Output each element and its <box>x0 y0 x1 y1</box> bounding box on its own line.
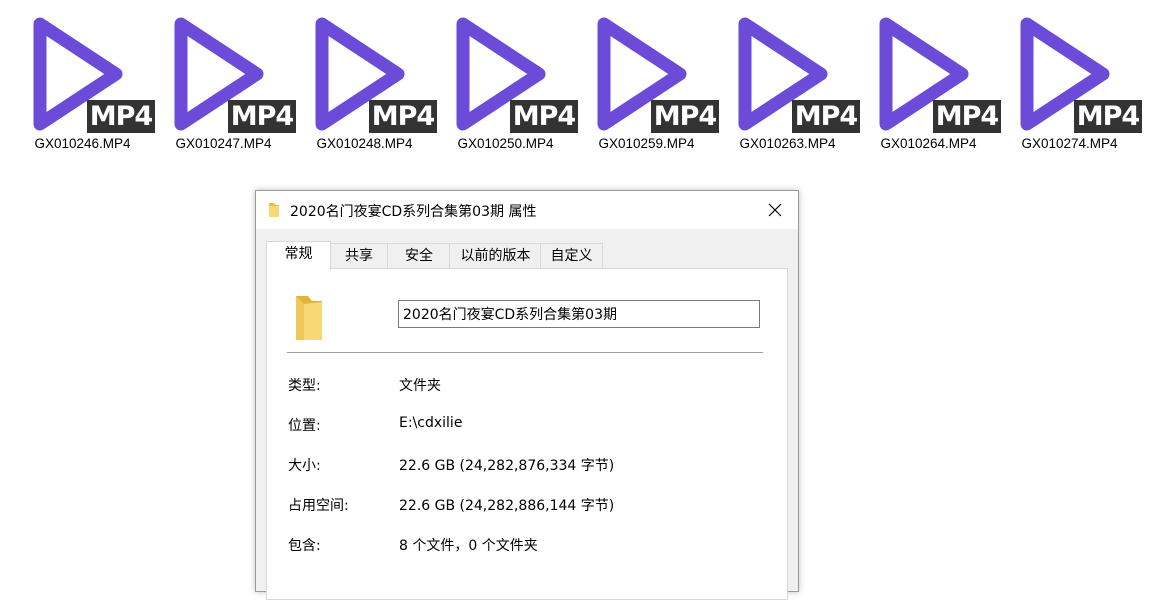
mp4-play-icon: MP4 <box>870 12 1001 134</box>
file-item[interactable]: MP4 GX010246.MP4 <box>12 12 155 157</box>
contains-value: 8 个文件，0 个文件夹 <box>399 538 538 554</box>
file-item[interactable]: MP4 GX010274.MP4 <box>999 12 1142 157</box>
folder-icon <box>268 202 280 218</box>
file-ext-badge: MP4 <box>792 100 860 133</box>
close-icon <box>768 203 782 217</box>
file-ext-badge: MP4 <box>228 100 296 133</box>
close-button[interactable] <box>752 191 798 229</box>
file-item[interactable]: MP4 GX010263.MP4 <box>717 12 860 157</box>
file-item[interactable]: MP4 GX010259.MP4 <box>576 12 719 157</box>
size-value: 22.6 GB (24,282,876,334 字节) <box>399 458 615 474</box>
file-name: GX010263.MP4 <box>739 136 836 151</box>
file-item[interactable]: MP4 GX010247.MP4 <box>153 12 296 157</box>
file-item[interactable]: MP4 GX010264.MP4 <box>858 12 1001 157</box>
folder-name-input[interactable] <box>398 300 760 328</box>
mp4-play-icon: MP4 <box>165 12 296 134</box>
size-on-disk-value: 22.6 GB (24,282,886,144 字节) <box>399 498 615 514</box>
mp4-play-icon: MP4 <box>447 12 578 134</box>
file-name: GX010264.MP4 <box>880 136 977 151</box>
file-name: GX010247.MP4 <box>175 136 272 151</box>
file-ext-badge: MP4 <box>510 100 578 133</box>
tab-general[interactable]: 常规 <box>266 241 331 270</box>
location-value: E:\cdxilie <box>399 415 463 431</box>
dialog-title: 2020名门夜宴CD系列合集第03期 属性 <box>290 204 537 220</box>
file-item[interactable]: MP4 GX010248.MP4 <box>294 12 437 157</box>
tab-security[interactable]: 安全 <box>387 243 451 269</box>
size-on-disk-label: 占用空间: <box>288 498 349 514</box>
file-item[interactable]: MP4 GX010250.MP4 <box>435 12 578 157</box>
file-name: GX010274.MP4 <box>1021 136 1118 151</box>
size-label: 大小: <box>288 458 321 474</box>
file-name: GX010259.MP4 <box>598 136 695 151</box>
mp4-play-icon: MP4 <box>24 12 155 134</box>
file-ext-badge: MP4 <box>933 100 1001 133</box>
file-ext-badge: MP4 <box>1074 100 1142 133</box>
contains-label: 包含: <box>288 538 321 554</box>
title-bar[interactable]: 2020名门夜宴CD系列合集第03期 属性 <box>256 191 798 229</box>
general-panel: 类型: 文件夹 位置: E:\cdxilie 大小: 22.6 GB (24,2… <box>266 268 788 600</box>
mp4-play-icon: MP4 <box>306 12 437 134</box>
mp4-play-icon: MP4 <box>729 12 860 134</box>
mp4-play-icon: MP4 <box>588 12 719 134</box>
location-label: 位置: <box>288 418 321 434</box>
file-ext-badge: MP4 <box>369 100 437 133</box>
tab-sharing[interactable]: 共享 <box>329 243 389 269</box>
properties-dialog: 2020名门夜宴CD系列合集第03期 属性 常规 共享 安全 以前的版本 自定义… <box>255 190 799 600</box>
file-ext-badge: MP4 <box>87 100 155 133</box>
file-name: GX010250.MP4 <box>457 136 554 151</box>
separator <box>287 352 763 353</box>
file-name: GX010248.MP4 <box>316 136 413 151</box>
file-list: MP4 GX010246.MP4 MP4 GX010247.MP4 MP4 GX… <box>0 0 1157 160</box>
tab-customize[interactable]: 自定义 <box>540 243 603 269</box>
type-label: 类型: <box>288 378 321 394</box>
type-value: 文件夹 <box>399 378 441 394</box>
folder-icon <box>294 294 324 342</box>
mp4-play-icon: MP4 <box>1011 12 1142 134</box>
file-name: GX010246.MP4 <box>34 136 131 151</box>
tab-previous-versions[interactable]: 以前的版本 <box>449 243 542 269</box>
file-ext-badge: MP4 <box>651 100 719 133</box>
